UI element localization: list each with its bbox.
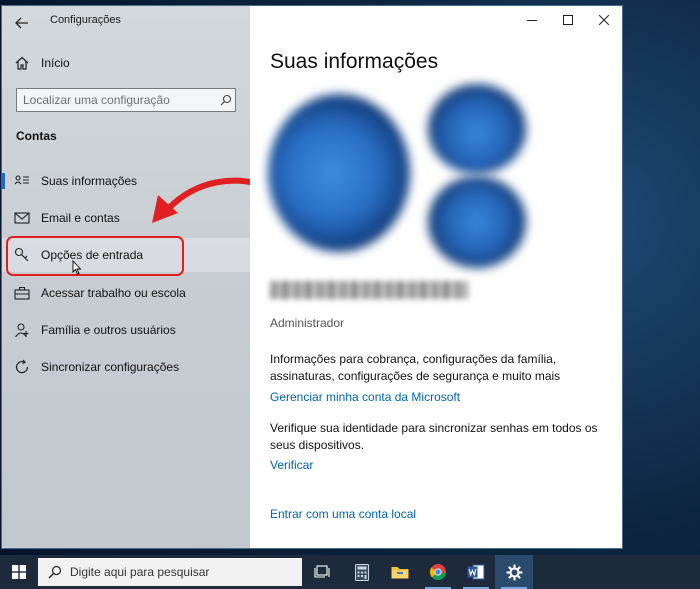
taskbar-search-placeholder: Digite aqui para pesquisar <box>70 565 210 579</box>
sidebar-item-label: Acessar trabalho ou escola <box>41 286 186 300</box>
word-button[interactable] <box>457 555 495 589</box>
sidebar-item-label: Suas informações <box>41 174 138 188</box>
search-icon <box>42 565 68 579</box>
mouse-cursor-icon <box>72 260 82 275</box>
sidebar-item-sincronizar[interactable]: Sincronizar configurações <box>2 350 250 384</box>
sidebar-item-acessar-trabalho[interactable]: Acessar trabalho ou escola <box>2 276 250 310</box>
taskbar-search-box[interactable]: Digite aqui para pesquisar <box>38 558 302 586</box>
local-account-link[interactable]: Entrar com uma conta local <box>270 507 416 521</box>
calculator-icon <box>355 563 369 581</box>
settings-icon <box>505 563 523 581</box>
arrow-left-icon <box>15 17 28 29</box>
task-view-icon <box>314 565 330 578</box>
home-icon <box>13 54 31 72</box>
search-icon[interactable] <box>217 94 235 106</box>
close-button[interactable] <box>586 6 622 34</box>
settings-search-input[interactable] <box>17 89 217 111</box>
people-icon <box>13 321 31 339</box>
settings-app-button[interactable] <box>495 555 533 589</box>
key-icon <box>13 246 31 264</box>
nav-home-label: Início <box>41 56 70 70</box>
verify-link[interactable]: Verificar <box>270 458 313 472</box>
settings-search-box[interactable] <box>16 88 236 112</box>
windows-logo-icon <box>12 565 26 579</box>
chrome-icon <box>429 564 446 580</box>
avatar[interactable] <box>428 84 526 174</box>
word-icon <box>467 564 485 580</box>
section-title: Contas <box>16 129 57 143</box>
sidebar-item-opcoes-de-entrada[interactable]: Opções de entrada <box>2 238 250 272</box>
sidebar-item-label: Sincronizar configurações <box>41 360 180 374</box>
account-type: Administrador <box>270 316 345 330</box>
calculator-button[interactable] <box>343 555 381 589</box>
verify-info-text: Verifique sua identidade para sincroniza… <box>270 421 598 452</box>
maximize-icon <box>563 15 573 25</box>
sidebar-item-familia[interactable]: Família e outros usuários <box>2 313 250 347</box>
sidebar-item-label: Email e contas <box>41 211 120 225</box>
nav-home[interactable]: Início <box>2 46 250 80</box>
mail-icon <box>13 209 31 227</box>
manage-account-link[interactable]: Gerenciar minha conta da Microsoft <box>270 390 460 404</box>
file-explorer-button[interactable] <box>381 555 419 589</box>
avatar[interactable] <box>268 94 410 252</box>
window-title: Configurações <box>50 14 121 26</box>
start-button[interactable] <box>0 555 38 589</box>
chrome-button[interactable] <box>419 555 457 589</box>
settings-window: Configurações Início Contas Suas informa… <box>2 6 622 548</box>
briefcase-icon <box>13 284 31 302</box>
person-card-icon <box>13 172 31 190</box>
billing-info-text: Informações para cobrança, configurações… <box>270 352 561 383</box>
main-content: Suas informações Administrador Informaçõ… <box>250 6 622 548</box>
user-name-redacted <box>270 281 468 299</box>
close-icon <box>599 15 609 25</box>
file-explorer-icon <box>391 567 409 579</box>
task-view-button[interactable] <box>303 555 341 589</box>
sidebar-item-label: Opções de entrada <box>41 248 144 262</box>
back-button[interactable] <box>10 11 34 35</box>
sync-icon <box>13 358 31 376</box>
page-title: Suas informações <box>270 50 439 73</box>
taskbar: Digite aqui para pesquisar <box>0 555 700 589</box>
sidebar: Configurações Início Contas Suas informa… <box>2 6 250 548</box>
sidebar-item-label: Família e outros usuários <box>41 323 176 337</box>
minimize-icon <box>527 20 537 21</box>
avatar[interactable] <box>428 176 526 268</box>
minimize-button[interactable] <box>514 6 550 34</box>
maximize-button[interactable] <box>550 6 586 34</box>
selection-indicator <box>2 173 5 189</box>
